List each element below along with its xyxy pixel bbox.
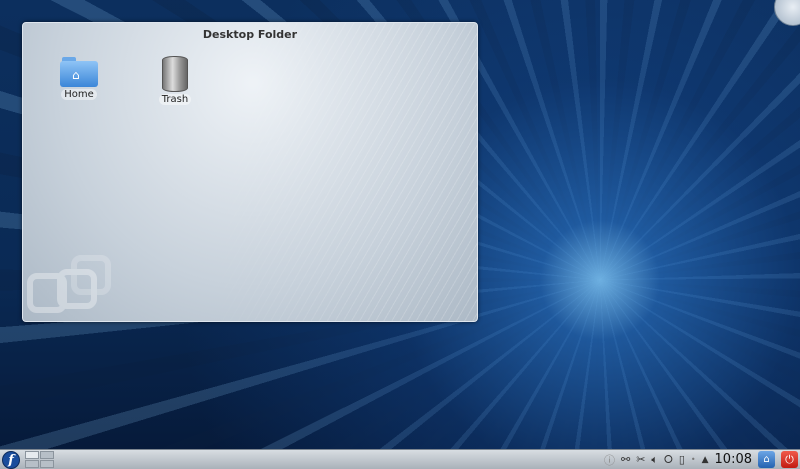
desktop-icon-trash[interactable]: Trash <box>140 56 210 105</box>
desktop-folder-widget: Desktop Folder ⌂ Home Trash <box>22 22 478 322</box>
klipper-scissors-icon[interactable]: ✂ <box>636 453 645 466</box>
icon-label: Trash <box>158 94 192 105</box>
desktop-icon-home[interactable]: ⌂ Home <box>44 57 114 100</box>
taskbar-panel: f ⓘ ⚯ ✂ 🔈︎ ⭘ ▯ • ▲ 10:08 ⌂ ⏻ <box>0 449 800 469</box>
info-icon[interactable]: ⓘ <box>604 452 615 468</box>
icon-label: Home <box>61 89 97 100</box>
trash-icon <box>162 56 188 92</box>
desktop-4[interactable] <box>40 460 54 468</box>
volume-icon[interactable]: 🔈︎ <box>651 453 658 467</box>
system-tray: ⓘ ⚯ ✂ 🔈︎ ⭘ ▯ • ▲ 10:08 ⌂ ⏻ <box>604 451 800 468</box>
desktop-2[interactable] <box>40 451 54 459</box>
expand-tray-arrow-icon[interactable]: ▲ <box>702 455 709 465</box>
widget-title: Desktop Folder <box>202 28 298 41</box>
fedora-icon[interactable]: f <box>2 450 20 469</box>
folder-home-icon: ⌂ <box>60 57 98 87</box>
desktop-1[interactable] <box>25 451 39 459</box>
kde-logo-watermark <box>27 247 117 317</box>
notification-dot-icon[interactable]: • <box>691 455 696 464</box>
clock[interactable]: 10:08 <box>715 452 752 467</box>
usb-icon[interactable]: ⭘ <box>664 453 673 467</box>
virtual-desktop-pager[interactable] <box>25 451 54 468</box>
desktop-3[interactable] <box>25 460 39 468</box>
power-icon[interactable]: ⏻ <box>781 451 798 468</box>
network-icon[interactable]: ⚯ <box>621 453 630 466</box>
battery-icon[interactable]: ▯ <box>679 453 685 466</box>
lock-screen-icon[interactable]: ⌂ <box>758 451 775 468</box>
